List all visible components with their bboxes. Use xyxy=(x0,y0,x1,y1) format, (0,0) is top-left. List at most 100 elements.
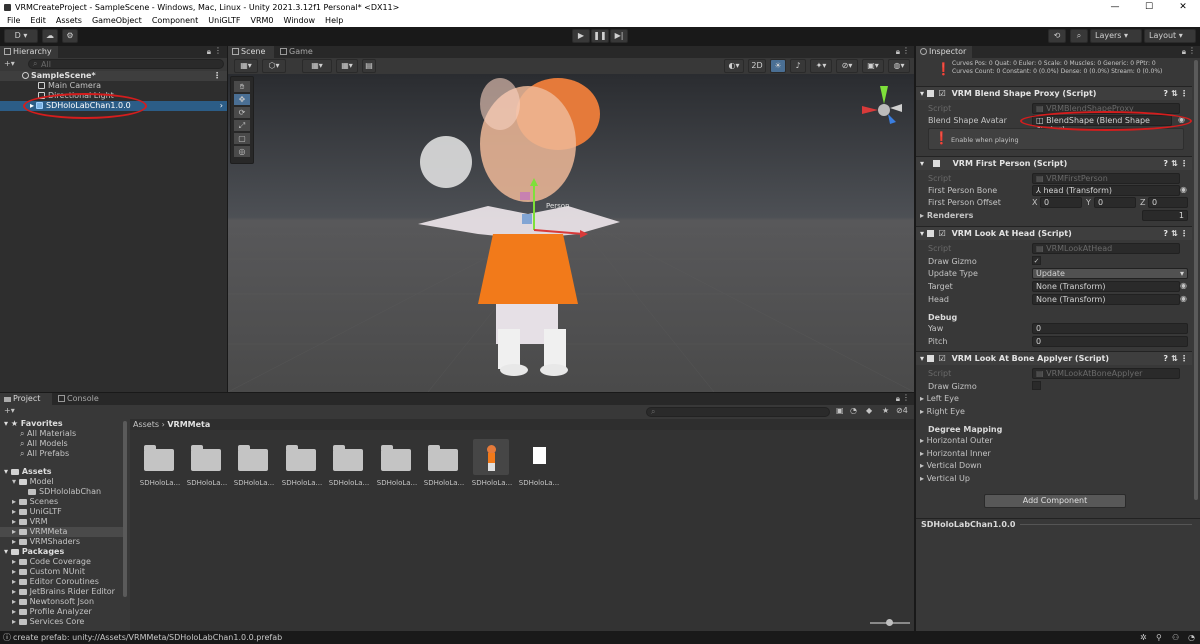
yaw-field[interactable]: 0 xyxy=(1032,323,1188,334)
menu-edit[interactable]: Edit xyxy=(25,16,51,25)
account-dropdown[interactable]: D ▾ xyxy=(4,29,38,43)
component-menu-icon[interactable]: ⋮ xyxy=(1180,87,1188,101)
grid-snap-dropdown[interactable]: ▦▾ xyxy=(336,59,358,73)
shading-mode-dropdown[interactable]: ◐▾ xyxy=(724,59,744,73)
component-header-blend-shape-proxy[interactable]: ▾ ☑ VRM Blend Shape Proxy (Script) ? ⇅ ⋮ xyxy=(916,86,1192,100)
scene-viewport[interactable]: Person ✋︎ ✥ ⟳ ⤢ ▢ ◎ xyxy=(228,74,914,392)
transform-tool-icon[interactable]: ◎ xyxy=(234,146,250,157)
menu-assets[interactable]: Assets xyxy=(51,16,87,25)
lock-icon[interactable]: 🔒︎ xyxy=(1182,47,1186,57)
asset-item[interactable]: SDHoloLa... xyxy=(511,437,559,493)
add-component-button[interactable]: Add Component xyxy=(984,494,1126,508)
package-item[interactable]: ▸ Profile Analyzer xyxy=(0,607,92,617)
effects-dropdown[interactable]: ✦▾ xyxy=(810,59,832,73)
component-enabled-checkbox[interactable]: ☑ xyxy=(939,89,946,98)
component-menu-icon[interactable]: ⋮ xyxy=(1180,227,1188,241)
asset-item[interactable]: SDHoloLa... xyxy=(416,437,464,493)
chevron-right-icon[interactable]: › xyxy=(220,101,223,111)
tab-scene[interactable]: Scene xyxy=(228,46,274,58)
draw-gizmo-checkbox[interactable]: ✓ xyxy=(1032,256,1041,265)
asset-item[interactable]: SDHoloLa... xyxy=(369,437,417,493)
step-button[interactable]: ▶| xyxy=(610,29,628,43)
play-button[interactable]: ▶ xyxy=(572,29,590,43)
inspector-scrollbar[interactable] xyxy=(1194,60,1198,500)
favorite-item[interactable]: ⌕ All Materials xyxy=(0,429,76,439)
help-icon[interactable]: ? xyxy=(1163,227,1168,241)
folder-item-selected[interactable]: ▸ VRMMeta xyxy=(0,527,124,537)
move-tool-icon[interactable]: ✥ xyxy=(234,94,250,105)
audio-toggle-icon[interactable]: ♪ xyxy=(790,59,806,73)
help-icon[interactable]: ? xyxy=(1163,352,1168,366)
folder-item[interactable]: ▸ VRMShaders xyxy=(0,537,80,547)
rotate-tool-icon[interactable]: ⟳ xyxy=(234,107,250,118)
component-menu-icon[interactable]: ⋮ xyxy=(1180,157,1188,171)
first-person-bone-field[interactable]: ⅄ head (Transform) xyxy=(1032,185,1180,196)
scale-tool-icon[interactable]: ⤢ xyxy=(234,120,250,131)
component-header-first-person[interactable]: ▾ VRM First Person (Script) ? ⇅ ⋮ xyxy=(916,156,1192,170)
tab-game[interactable]: Game xyxy=(276,46,316,58)
menu-vrm0[interactable]: VRM0 xyxy=(245,16,278,25)
object-picker-icon[interactable]: ◉ xyxy=(1180,294,1187,303)
progress-icon[interactable]: ⚲ xyxy=(1156,632,1162,644)
history-icon[interactable]: ⟲ xyxy=(1048,29,1066,43)
renderers-count-field[interactable]: 1 xyxy=(1142,210,1188,221)
cache-icon[interactable]: ◔ xyxy=(1188,632,1195,644)
asset-item[interactable]: SDHoloLa... xyxy=(321,437,369,493)
offset-y-field[interactable]: 0 xyxy=(1094,197,1136,208)
folder-item[interactable]: ▸ UniGLTF xyxy=(0,507,62,517)
update-type-dropdown[interactable]: Update ▾ xyxy=(1032,268,1188,279)
component-enabled-checkbox[interactable]: ☑ xyxy=(939,229,946,238)
package-item[interactable]: ▸ Services Core xyxy=(0,617,84,627)
vertical-up-foldout[interactable]: ▸ Vertical Up xyxy=(920,474,970,483)
close-button[interactable]: ✕ xyxy=(1166,0,1200,14)
increment-snap-button[interactable]: ▤ xyxy=(362,59,376,73)
breadcrumb-assets[interactable]: Assets xyxy=(133,420,159,429)
more-icon[interactable]: ⋮ xyxy=(902,46,910,55)
breadcrumb-vrmmeta[interactable]: VRMMeta xyxy=(167,420,210,429)
more-icon[interactable]: ⋮ xyxy=(214,46,222,55)
asset-item[interactable]: SDHoloLa... xyxy=(179,437,227,493)
draw-mode-dropdown[interactable]: ▦▾ xyxy=(234,59,258,73)
filter-type-icon[interactable]: ◔ xyxy=(850,406,857,415)
scene-menu-icon[interactable]: ⋮ xyxy=(213,71,221,81)
pitch-field[interactable]: 0 xyxy=(1032,336,1188,347)
component-header-bone-applyer[interactable]: ▾ ☑ VRM Look At Bone Applyer (Script) ? … xyxy=(916,351,1192,365)
favorite-item[interactable]: ⌕ All Models xyxy=(0,439,68,449)
menu-gameobject[interactable]: GameObject xyxy=(87,16,147,25)
gizmos-dropdown[interactable]: ◍▾ xyxy=(888,59,910,73)
more-icon[interactable]: ⋮ xyxy=(1188,46,1196,55)
package-item[interactable]: ▸ JetBrains Rider Editor xyxy=(0,587,115,597)
star-icon[interactable]: ★ xyxy=(882,406,889,415)
hidden-objects-icon[interactable]: ⊘▾ xyxy=(836,59,858,73)
tab-inspector[interactable]: Inspector xyxy=(916,46,972,58)
package-item[interactable]: ▸ Newtonsoft Json xyxy=(0,597,94,607)
maximize-button[interactable]: ☐ xyxy=(1132,0,1166,14)
hierarchy-add-button[interactable]: +▾ xyxy=(4,59,24,70)
status-message[interactable]: create prefab: unity://Assets/VRMMeta/SD… xyxy=(13,632,282,644)
tab-hierarchy[interactable]: Hierarchy xyxy=(0,46,58,58)
asset-item[interactable]: SDHoloLa... xyxy=(226,437,274,493)
preset-icon[interactable]: ⇅ xyxy=(1171,227,1178,241)
horizontal-outer-foldout[interactable]: ▸ Horizontal Outer xyxy=(920,436,993,445)
lock-icon[interactable]: 🔒︎ xyxy=(896,47,900,57)
label-icon[interactable]: ◆ xyxy=(866,406,872,415)
minimize-button[interactable]: — xyxy=(1098,0,1132,14)
lock-icon[interactable]: 🔒︎ xyxy=(896,394,900,404)
hidden-packages-icon[interactable]: ⊘4 xyxy=(896,406,908,415)
folder-item[interactable]: ▾ Model xyxy=(0,477,54,487)
offset-z-field[interactable]: 0 xyxy=(1148,197,1188,208)
toggle-2d-button[interactable]: 2D xyxy=(748,59,766,73)
menu-help[interactable]: Help xyxy=(320,16,348,25)
scene-row[interactable]: SampleScene* ⋮ xyxy=(0,71,227,81)
project-add-button[interactable]: +▾ xyxy=(4,406,24,417)
packages-header[interactable]: ▾ Packages xyxy=(0,547,64,557)
offset-x-field[interactable]: 0 xyxy=(1040,197,1082,208)
menu-unigltf[interactable]: UniGLTF xyxy=(203,16,245,25)
package-item[interactable]: ▸ Code Coverage xyxy=(0,557,91,567)
hand-tool-icon[interactable]: ✋︎ xyxy=(234,81,250,92)
object-picker-icon[interactable]: ◉ xyxy=(1180,281,1187,290)
orientation-gizmo[interactable] xyxy=(862,86,902,124)
package-item[interactable]: ▸ Custom NUnit xyxy=(0,567,85,577)
component-menu-icon[interactable]: ⋮ xyxy=(1180,352,1188,366)
component-header-look-at-head[interactable]: ▾ ☑ VRM Look At Head (Script) ? ⇅ ⋮ xyxy=(916,226,1192,240)
